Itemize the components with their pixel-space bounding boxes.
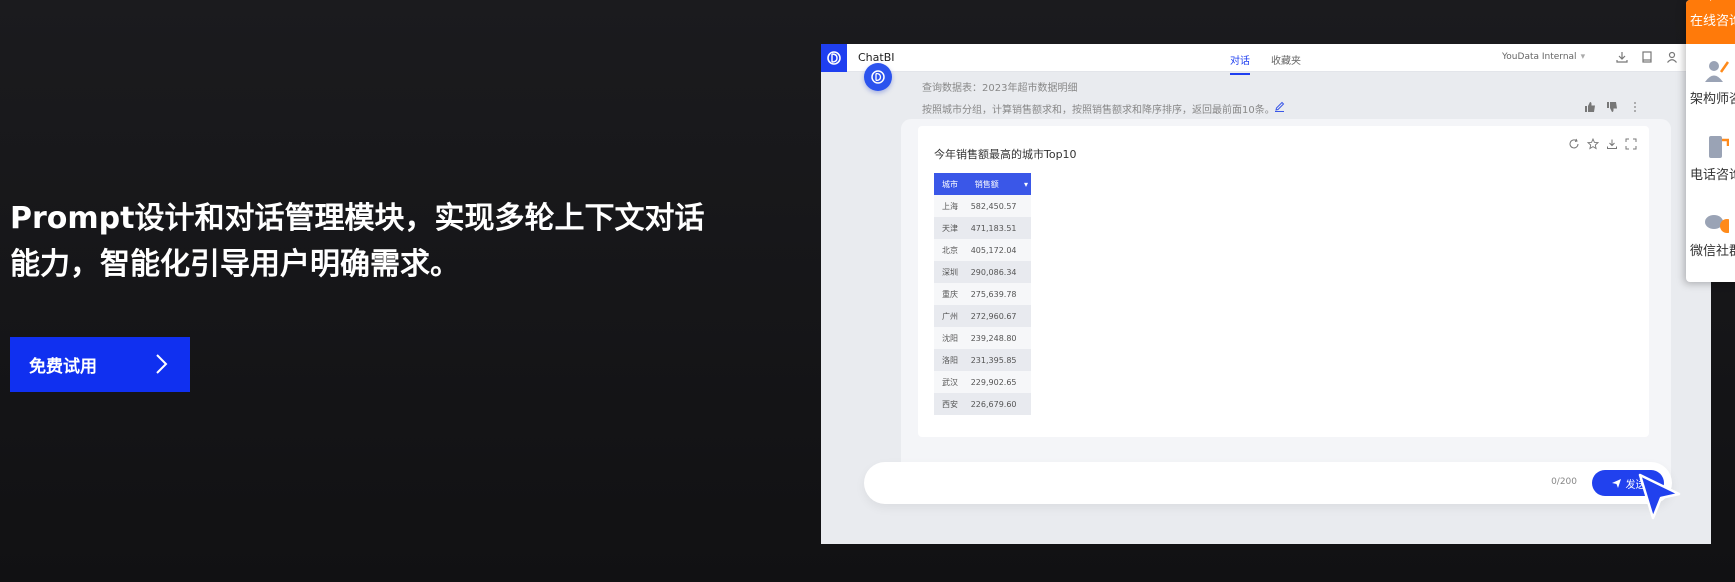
- table-row: 沈阳 239,248.80: [934, 327, 1031, 349]
- logo-icon: [827, 51, 841, 65]
- sales-cell: 405,172.04: [966, 239, 1031, 261]
- thumbs-up-icon[interactable]: [1584, 101, 1596, 113]
- city-cell: 深圳: [934, 261, 967, 283]
- table-row: 上海 582,450.57: [934, 195, 1031, 217]
- free-trial-button[interactable]: 免费试用: [10, 337, 190, 392]
- city-cell: 重庆: [934, 283, 967, 305]
- org-selector[interactable]: YouData Internal ▾: [1502, 52, 1585, 62]
- hero-title-line-2: 能力，智能化引导用户明确需求。: [10, 247, 460, 282]
- city-cell: 天津: [934, 217, 967, 239]
- user-icon[interactable]: [1665, 50, 1679, 64]
- contact-sidebar: 在线咨询 架构师咨询 电话咨询 微信社群: [1686, 0, 1735, 282]
- chat-input[interactable]: 0/200 发送: [864, 462, 1672, 504]
- table-row: 重庆 275,639.78: [934, 283, 1031, 305]
- contact-phone[interactable]: 电话咨询: [1686, 134, 1735, 204]
- chevron-right-icon: [156, 354, 168, 374]
- city-cell: 上海: [934, 195, 967, 217]
- contact-architect[interactable]: 架构师咨询: [1686, 58, 1735, 128]
- sales-table: 城市 销售额 ▾ 上海 582,450.57 天津 471,183.51 北京 405,1…: [934, 173, 1031, 415]
- edit-icon[interactable]: [1274, 101, 1285, 112]
- sales-cell: 275,639.78: [966, 283, 1031, 305]
- export-icon[interactable]: [1606, 138, 1618, 150]
- bot-logo-icon: [871, 70, 885, 84]
- column-header-sales[interactable]: 销售额: [966, 173, 1021, 195]
- table-row: 天津 471,183.51: [934, 217, 1031, 239]
- city-cell: 沈阳: [934, 327, 967, 349]
- wechat-icon: [1705, 215, 1729, 233]
- contact-phone-label: 电话咨询: [1690, 168, 1735, 183]
- architect-icon: [1705, 61, 1729, 82]
- sales-cell: 231,395.85: [966, 349, 1031, 371]
- book-icon[interactable]: [1640, 50, 1654, 64]
- sales-cell: 471,183.51: [966, 217, 1031, 239]
- city-cell: 武汉: [934, 371, 967, 393]
- sales-cell: 272,960.67: [966, 305, 1031, 327]
- column-header-city[interactable]: 城市: [934, 173, 967, 195]
- char-count: 0/200: [1551, 477, 1577, 487]
- star-icon[interactable]: [1587, 138, 1599, 150]
- table-row: 武汉 229,902.65: [934, 371, 1031, 393]
- chart-title: 今年销售额最高的城市Top10: [934, 148, 1077, 161]
- app-topbar: ChatBI 对话 收藏夹 YouData Internal ▾: [821, 44, 1711, 75]
- org-name: YouData Internal: [1502, 52, 1577, 62]
- more-icon[interactable]: [1629, 101, 1641, 113]
- table-header-row: 城市 销售额 ▾: [934, 173, 1031, 195]
- free-trial-label: 免费试用: [29, 357, 97, 377]
- query-table-info: 查询数据表：2023年超市数据明细: [922, 83, 1078, 94]
- product-screenshot: ChatBI 对话 收藏夹 YouData Internal ▾ 查询数据表：20…: [821, 44, 1711, 544]
- chart-card: 今年销售额最高的城市Top10 城市 销售额 ▾ 上海 582,450.57 天津 4…: [918, 126, 1649, 437]
- refresh-icon[interactable]: [1568, 138, 1580, 150]
- tab-favorites[interactable]: 收藏夹: [1271, 52, 1301, 67]
- table-row: 洛阳 231,395.85: [934, 349, 1031, 371]
- mouse-cursor-icon: [1638, 473, 1681, 520]
- app-logo: [821, 44, 847, 72]
- table-row: 深圳 290,086.34: [934, 261, 1031, 283]
- fullscreen-icon[interactable]: [1625, 138, 1637, 150]
- chat-bubble-icon: [1710, 0, 1712, 1]
- sales-cell: 582,450.57: [966, 195, 1031, 217]
- sales-cell: 239,248.80: [966, 327, 1031, 349]
- hero-title-line-1: Prompt设计和对话管理模块，实现多轮上下文对话: [10, 201, 705, 236]
- query-description: 按照城市分组，计算销售额求和，按照销售额求和降序排序，返回最前面10条。: [922, 105, 1275, 116]
- table-body: 上海 582,450.57 天津 471,183.51 北京 405,172.04 深圳 29…: [934, 195, 1031, 415]
- download-icon[interactable]: [1615, 50, 1629, 64]
- table-row: 北京 405,172.04: [934, 239, 1031, 261]
- bot-avatar: [864, 63, 892, 91]
- chevron-down-icon: ▾: [1580, 52, 1586, 62]
- phone-icon: [1709, 136, 1729, 158]
- tab-chat[interactable]: 对话: [1230, 52, 1250, 75]
- city-cell: 广州: [934, 305, 967, 327]
- thumbs-down-icon[interactable]: [1606, 101, 1618, 113]
- sort-desc-icon[interactable]: ▾: [1020, 173, 1031, 195]
- contact-wechat[interactable]: 微信社群: [1686, 210, 1735, 280]
- city-cell: 北京: [934, 239, 967, 261]
- table-row: 广州 272,960.67: [934, 305, 1031, 327]
- city-cell: 西安: [934, 393, 967, 415]
- contact-online-chat-label: 在线咨询: [1690, 14, 1735, 29]
- sales-cell: 229,902.65: [966, 371, 1031, 393]
- sales-cell: 290,086.34: [966, 261, 1031, 283]
- contact-online-chat[interactable]: 在线咨询: [1686, 0, 1735, 44]
- sales-cell: 226,679.60: [966, 393, 1031, 415]
- contact-architect-label: 架构师咨询: [1690, 92, 1735, 107]
- send-icon: [1611, 478, 1621, 488]
- contact-wechat-label: 微信社群: [1690, 244, 1735, 259]
- city-cell: 洛阳: [934, 349, 967, 371]
- table-row: 西安 226,679.60: [934, 393, 1031, 415]
- hero-title: Prompt设计和对话管理模块，实现多轮上下文对话 能力，智能化引导用户明确需求…: [10, 196, 710, 288]
